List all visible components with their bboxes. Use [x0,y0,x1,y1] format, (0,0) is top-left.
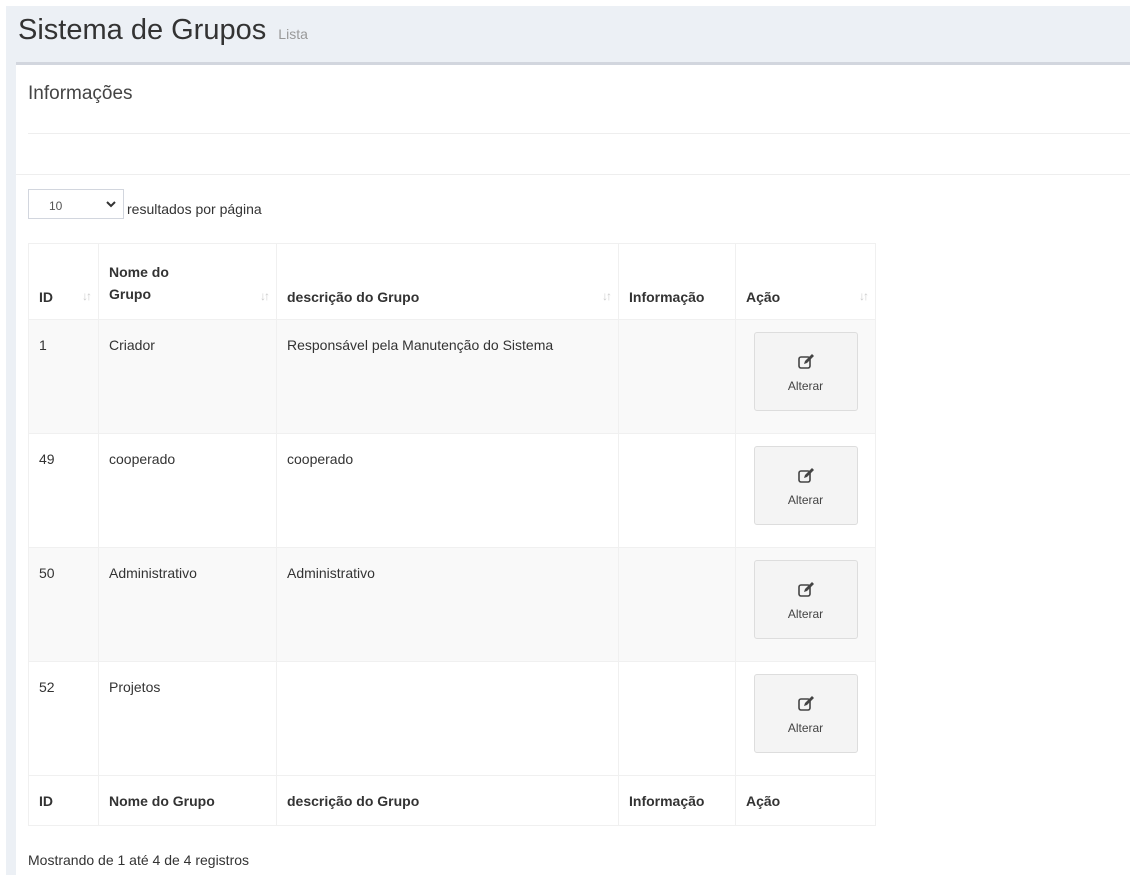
alterar-button[interactable]: Alterar [753,560,858,639]
footer-name: Nome do Grupo [98,775,277,826]
cell-description: Responsável pela Manutenção do Sistema [276,319,619,434]
divider [28,133,1130,134]
cell-name: Criador [98,319,277,434]
cell-info [618,547,736,662]
content-box: Informações 10 resultados por página ID ↓… [16,62,1130,878]
edit-icon [755,353,857,375]
page-title: Sistema de Grupos Lista [18,14,308,47]
table-row: 50 Administrativo Administrativo Alterar [28,547,876,662]
footer-id: ID [28,775,99,826]
page-length-value: 10 [49,199,63,213]
cell-id: 52 [28,661,99,776]
cell-name: Projetos [98,661,277,776]
alterar-button[interactable]: Alterar [753,332,858,411]
cell-id: 49 [28,433,99,548]
footer-info: Informação [618,775,736,826]
groups-table: ID ↓↑ Nome do Grupo ↓↑ descrição do Grupo ↓… [28,243,876,826]
cell-action: Alterar [735,433,876,548]
chevron-down-icon [105,193,117,218]
column-header-action[interactable]: Ação ↓↑ [735,243,876,320]
alterar-label: Alterar [787,607,824,621]
alterar-button[interactable]: Alterar [753,674,858,753]
table-row: 52 Projetos Alterar [28,661,876,776]
cell-action: Alterar [735,319,876,434]
edit-icon [755,467,857,489]
column-header-description[interactable]: descrição do Grupo ↓↑ [276,243,619,320]
page-length-label: resultados por página [127,201,262,217]
footer-description: descrição do Grupo [276,775,619,826]
alterar-button[interactable]: Alterar [753,446,858,525]
page-title-text: Sistema de Grupos [18,14,267,46]
column-header-name[interactable]: Nome do Grupo ↓↑ [98,243,277,320]
cell-description: cooperado [276,433,619,548]
edit-icon [755,695,857,717]
column-header-info: Informação [618,243,736,320]
column-header-id[interactable]: ID ↓↑ [28,243,99,320]
cell-description: Administrativo [276,547,619,662]
table-info: Mostrando de 1 até 4 de 4 registros [28,852,250,868]
divider [16,174,1130,175]
cell-action: Alterar [735,547,876,662]
cell-info [618,319,736,434]
cell-name: Administrativo [98,547,277,662]
cell-id: 1 [28,319,99,434]
alterar-label: Alterar [787,721,824,735]
table-footer-row: ID Nome do Grupo descrição do Grupo Info… [28,775,876,826]
sort-icon: ↓↑ [859,289,869,303]
alterar-label: Alterar [787,379,824,393]
cell-name: cooperado [98,433,277,548]
table-header-row: ID ↓↑ Nome do Grupo ↓↑ descrição do Grupo ↓… [28,243,876,320]
cell-info [618,433,736,548]
page-header: Sistema de Grupos Lista [6,6,1130,62]
box-title: Informações [28,83,133,104]
cell-description [276,661,619,776]
edit-icon [755,581,857,603]
page-length-select[interactable]: 10 [28,189,124,219]
footer-action: Ação [735,775,876,826]
table-row: 1 Criador Responsável pela Manutenção do… [28,319,876,434]
sort-icon: ↓↑ [82,289,92,303]
alterar-label: Alterar [787,493,824,507]
cell-id: 50 [28,547,99,662]
table-row: 49 cooperado cooperado Alterar [28,433,876,548]
page-subtitle: Lista [278,26,308,42]
left-strip [6,62,16,875]
sort-icon: ↓↑ [260,289,270,303]
cell-action: Alterar [735,661,876,776]
sort-icon: ↓↑ [602,289,612,303]
cell-info [618,661,736,776]
